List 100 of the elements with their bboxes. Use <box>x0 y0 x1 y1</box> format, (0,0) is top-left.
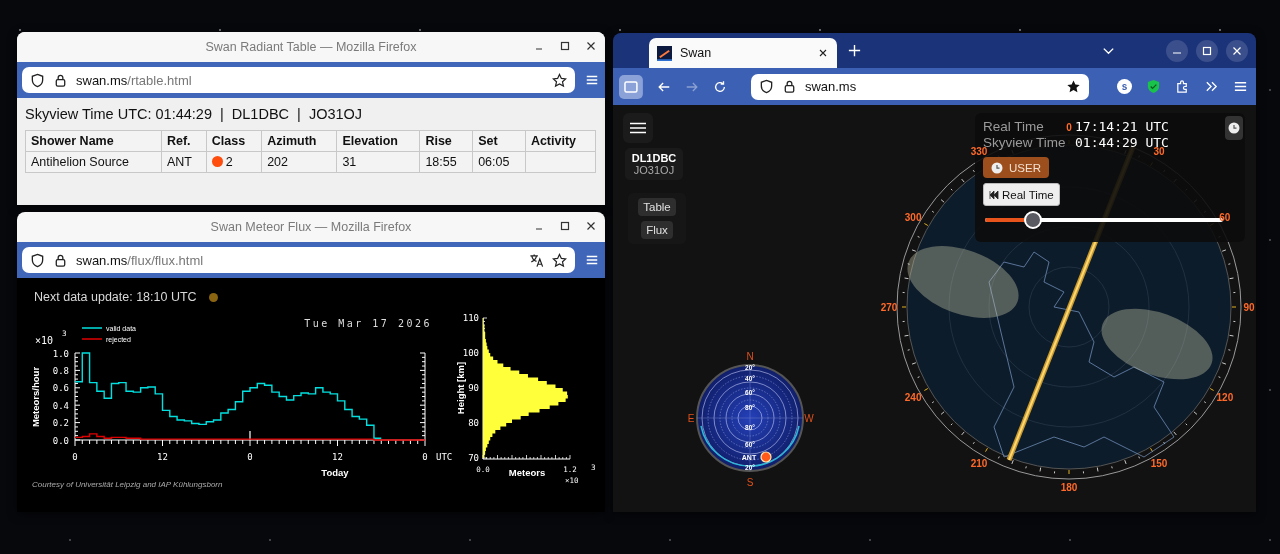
nav-button[interactable]: Flux <box>641 221 673 239</box>
window-title: Swan Radiant Table — Mozilla Firefox <box>205 40 417 54</box>
column-header: Rise <box>419 130 473 152</box>
lock-icon <box>53 252 68 268</box>
sidebar-toggle-icon[interactable] <box>619 74 643 99</box>
y-tick-label: 1.0 <box>52 348 69 359</box>
azimuth-label: 180 <box>1060 482 1078 493</box>
translate-icon[interactable] <box>529 252 544 268</box>
azimuth-label: 150 <box>1150 457 1168 469</box>
table-cell: 18:55 <box>419 151 473 173</box>
address-bar[interactable]: swan.ms/rtable.html <box>22 67 575 93</box>
y-tick-label: 110 <box>462 313 479 323</box>
skyview-header: Skyview Time UTC: 01:44:29 | DL1DBC | JO31OJ <box>25 106 364 122</box>
compass-direction: S <box>746 477 754 488</box>
azimuth-label: 210 <box>970 457 988 469</box>
close-icon[interactable] <box>1226 39 1248 62</box>
star-icon[interactable] <box>1066 79 1082 94</box>
y-tick-label: 80 <box>468 418 479 428</box>
y-axis-title: Meteors/hour <box>30 366 41 428</box>
window-title: Swan Meteor Flux — Mozilla Firefox <box>210 220 412 234</box>
star-icon[interactable] <box>552 72 567 88</box>
url-text: swan.ms/rtable.html <box>76 72 193 88</box>
column-header: Set <box>472 130 526 152</box>
y-tick-label: 70 <box>468 453 479 463</box>
azimuth-label: 240 <box>904 392 922 403</box>
y-tick-label: 90 <box>468 383 479 393</box>
azimuth-label: 90 <box>1243 302 1255 313</box>
address-bar[interactable]: swan.ms/flux/flux.html <box>22 247 575 273</box>
url-text: swan.ms/flux/flux.html <box>76 252 205 268</box>
new-tab-icon[interactable] <box>847 43 862 58</box>
compass-direction: W <box>804 413 814 424</box>
x-tick-label: 12 <box>157 452 168 462</box>
close-icon[interactable] <box>585 220 597 232</box>
compass-direction: N <box>746 351 754 362</box>
azimuth-label: 300 <box>904 212 922 223</box>
table-cell: 06:05 <box>472 151 526 173</box>
azimuth-label: 60 <box>1219 212 1231 223</box>
skip-back-icon <box>989 190 999 199</box>
x-axis-title: Meteors <box>508 467 546 478</box>
x-tick-label: 0 <box>247 452 253 462</box>
callsign: DL1DBC <box>631 152 677 164</box>
clock-button[interactable] <box>1225 116 1243 140</box>
status-dot <box>208 292 218 302</box>
x-unit-label: UTC <box>436 452 453 462</box>
real-time-button[interactable]: Real Time <box>983 183 1060 206</box>
y-tick-label: 0.8 <box>52 365 69 376</box>
maximize-icon[interactable] <box>1196 39 1218 62</box>
time-value: 17:14:21 UTC <box>1075 119 1169 134</box>
browser-tab[interactable]: Swan <box>649 38 837 68</box>
locator: JO31OJ <box>633 164 675 176</box>
close-tab-icon[interactable] <box>817 47 829 59</box>
column-header: Azimuth <box>261 130 337 152</box>
close-icon[interactable] <box>585 40 597 52</box>
column-header: Activity <box>525 130 596 152</box>
axis-multiplier: ×10 <box>35 335 54 346</box>
azimuth-label: 120 <box>1216 392 1234 403</box>
x-tick-label: 0 <box>422 452 428 462</box>
shield-icon[interactable] <box>1146 79 1161 94</box>
shield-icon <box>30 252 45 268</box>
y-tick-label: 100 <box>462 348 479 358</box>
table-cell: 202 <box>261 151 337 173</box>
table-cell: Antihelion Source <box>25 151 162 173</box>
y-tick-label: 0.0 <box>52 435 69 446</box>
menu-icon[interactable] <box>585 253 599 267</box>
chart-title: Tue Mar 17 2026 <box>304 318 432 329</box>
maximize-icon[interactable] <box>559 220 571 232</box>
compass-direction: E <box>687 413 695 424</box>
url-text: swan.ms <box>804 79 858 94</box>
clock-icon <box>991 161 1003 174</box>
y-axis-title: Height [km] <box>455 361 466 415</box>
minimize-icon[interactable] <box>1166 39 1188 62</box>
slider-thumb[interactable] <box>1023 211 1042 229</box>
menu-icon <box>630 122 646 134</box>
lock-icon <box>53 72 68 88</box>
shield-icon <box>758 79 774 94</box>
azimuth-label: 270 <box>880 302 898 313</box>
column-header: Elevation <box>336 130 420 152</box>
y-tick-label: 0.4 <box>52 400 69 411</box>
double-chevron-icon[interactable] <box>1204 79 1219 94</box>
account-badge[interactable]: s <box>1117 79 1132 94</box>
table-cell: ANT <box>161 151 207 173</box>
nav-button[interactable]: Table <box>638 198 676 216</box>
credit-text: Courtesy of Universität Leipzig and IAP Kühlungsborn <box>32 480 223 489</box>
day-label: Today <box>321 467 349 478</box>
star-icon[interactable] <box>552 252 567 268</box>
x-tick-label: 12 <box>332 452 343 462</box>
mode-button[interactable]: USER <box>983 157 1049 178</box>
maximize-icon[interactable] <box>559 40 571 52</box>
time-label: Real Time <box>983 119 1044 134</box>
menu-button[interactable] <box>623 113 653 143</box>
address-bar[interactable]: swan.ms <box>750 73 1090 100</box>
column-header: Ref. <box>161 130 207 152</box>
update-status-text: Next data update: 18:10 UTC <box>34 290 197 304</box>
reload-icon[interactable] <box>712 79 727 94</box>
table-cell: 2 <box>206 151 262 173</box>
menu-icon[interactable] <box>1233 79 1248 94</box>
column-header: Shower Name <box>25 130 162 152</box>
menu-icon[interactable] <box>585 73 599 87</box>
puzzle-icon[interactable] <box>1175 79 1190 94</box>
table-cell: 31 <box>336 151 420 173</box>
